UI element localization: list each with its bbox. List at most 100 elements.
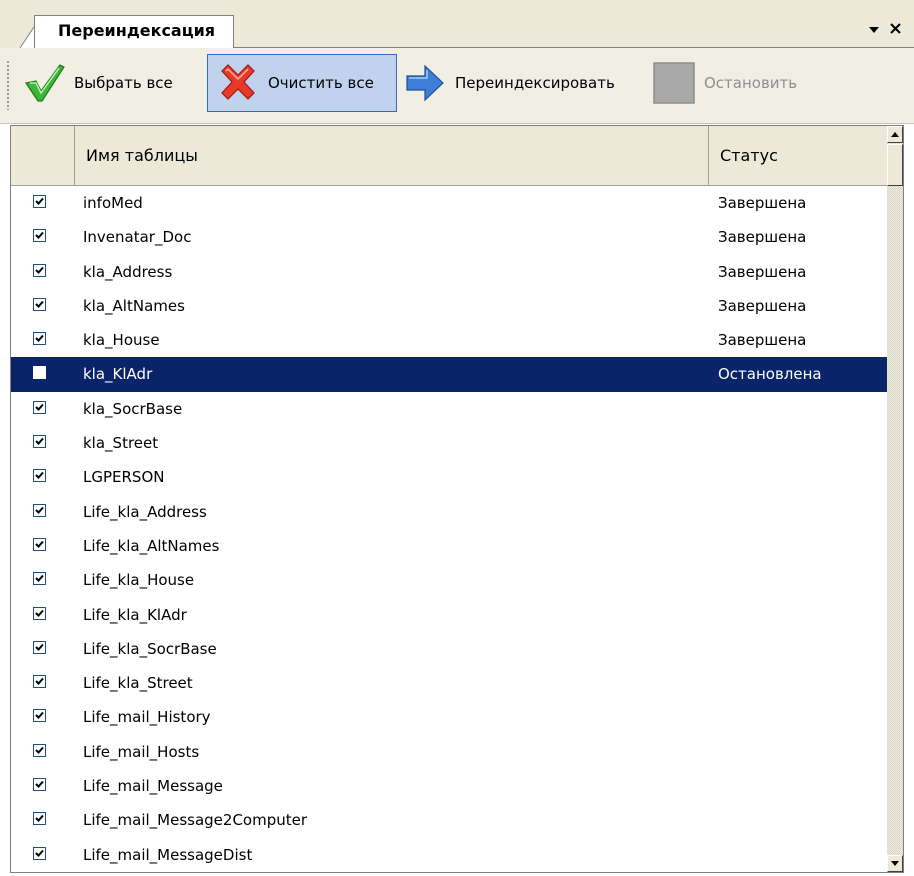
cell-status: Завершена [718, 296, 807, 315]
row-checkbox[interactable] [33, 709, 46, 723]
row-checkbox[interactable] [33, 503, 46, 517]
row-checkbox[interactable] [33, 229, 46, 243]
table-row[interactable]: kla_Address Завершена [11, 255, 887, 289]
row-checkbox[interactable] [33, 297, 46, 311]
table-row[interactable]: Life_kla_Address [11, 495, 887, 529]
check-mark-icon [35, 643, 44, 651]
cell-table-name: Invenatar_Doc [83, 228, 192, 247]
row-checkbox[interactable] [33, 332, 46, 346]
table-row[interactable]: Life_kla_House [11, 563, 887, 597]
cell-table-name: Life_kla_KlAdr [83, 605, 187, 624]
table-row[interactable]: Invenatar_Doc Завершена [11, 220, 887, 254]
check-mark-icon [35, 849, 44, 857]
scroll-up-button[interactable] [887, 126, 903, 143]
header-status[interactable]: Статус [709, 126, 887, 185]
document-tab-strip: Переиндексация [0, 0, 914, 49]
check-mark-icon [35, 335, 44, 343]
table-row[interactable]: kla_Street [11, 426, 887, 460]
check-mark-icon [35, 746, 44, 754]
row-checkbox[interactable] [33, 812, 46, 826]
vertical-scrollbar[interactable] [887, 126, 903, 872]
check-mark-icon [35, 815, 44, 823]
table-row[interactable]: Life_kla_SocrBase [11, 632, 887, 666]
check-mark-icon [35, 575, 44, 583]
select-all-button[interactable]: Выбрать все [22, 54, 202, 112]
table-row[interactable]: Life_mail_Message2Computer [11, 803, 887, 837]
clear-all-button[interactable]: Очистить все [207, 54, 397, 112]
cell-status: Завершена [718, 331, 807, 350]
check-mark-icon [35, 540, 44, 548]
cell-table-name: Life_mail_History [83, 708, 211, 727]
red-cross-icon [221, 64, 255, 100]
reindex-label: Переиндексировать [455, 74, 615, 92]
cell-table-name: Life_mail_Message2Computer [83, 811, 308, 830]
table-row[interactable]: Life_kla_Street [11, 666, 887, 700]
row-checkbox[interactable] [33, 366, 46, 380]
row-checkbox[interactable] [33, 640, 46, 654]
scroll-down-button[interactable] [887, 855, 903, 872]
check-mark-icon [35, 712, 44, 720]
cell-table-name: Life_mail_MessageDist [83, 845, 253, 864]
arrow-up-icon [891, 132, 899, 137]
toolbar-grip[interactable] [6, 60, 10, 110]
check-mark-icon [35, 472, 44, 480]
check-mark-icon [35, 506, 44, 514]
table-row[interactable]: Life_kla_AltNames [11, 529, 887, 563]
cell-table-name: Life_kla_Address [83, 502, 207, 521]
check-mark-icon [35, 780, 44, 788]
row-checkbox[interactable] [33, 435, 46, 449]
table-row[interactable]: Life_mail_Message [11, 769, 887, 803]
row-checkbox[interactable] [33, 195, 46, 208]
row-checkbox[interactable] [33, 469, 46, 483]
triangle-down-icon[interactable] [868, 19, 880, 44]
table-row[interactable]: kla_KlAdr Остановлена [11, 357, 887, 392]
check-mark-icon [35, 266, 44, 274]
table-row[interactable]: Life_mail_Hosts [11, 735, 887, 769]
row-checkbox[interactable] [33, 778, 46, 792]
table-row[interactable]: Life_kla_KlAdr [11, 598, 887, 632]
check-mark-icon [35, 300, 44, 308]
cell-status: Завершена [718, 262, 807, 281]
reindex-button[interactable]: Переиндексировать [403, 54, 643, 112]
cell-table-name: kla_Address [83, 262, 173, 281]
cell-table-name: Life_kla_AltNames [83, 536, 220, 555]
cell-table-name: kla_Street [83, 434, 159, 453]
header-checkbox-column[interactable] [11, 126, 75, 185]
scroll-thumb[interactable] [887, 144, 903, 186]
green-checkmark-icon [25, 64, 65, 102]
check-mark-icon [35, 437, 44, 446]
table-row[interactable]: kla_AltNames Завершена [11, 289, 887, 323]
tab-title: Переиндексация [58, 21, 216, 40]
row-checkbox[interactable] [33, 606, 46, 620]
row-checkbox[interactable] [33, 846, 46, 860]
stop-label: Остановить [704, 74, 798, 92]
table-row[interactable]: Life_mail_History [11, 700, 887, 734]
cell-status: Завершена [718, 194, 807, 212]
table-row[interactable]: infoMed Завершена [11, 186, 887, 220]
row-checkbox[interactable] [33, 537, 46, 551]
header-table-name[interactable]: Имя таблицы [75, 126, 709, 185]
check-mark-icon [35, 609, 44, 617]
check-mark-icon [35, 677, 44, 686]
row-checkbox[interactable] [33, 675, 46, 689]
cell-table-name: Life_kla_House [83, 571, 195, 590]
row-checkbox[interactable] [33, 572, 46, 586]
clear-all-label: Очистить все [268, 74, 374, 92]
table-row[interactable]: LGPERSON [11, 460, 887, 494]
arrow-down-icon [891, 861, 899, 866]
check-mark-icon [35, 232, 44, 240]
table-row[interactable]: Life_mail_MessageDist [11, 838, 887, 872]
table-row[interactable]: kla_SocrBase [11, 392, 887, 426]
row-checkbox[interactable] [33, 263, 46, 277]
check-mark-icon [35, 197, 44, 205]
cell-table-name: kla_KlAdr [83, 365, 153, 384]
row-checkbox[interactable] [33, 400, 46, 414]
row-checkbox[interactable] [33, 743, 46, 757]
cell-table-name: infoMed [83, 194, 143, 212]
close-icon[interactable] [888, 19, 904, 44]
table-row[interactable]: kla_House Завершена [11, 323, 887, 357]
stop-button[interactable]: Остановить [652, 54, 822, 112]
table-grid: Имя таблицы Статус infoMed Завершена Inven… [10, 125, 904, 873]
table-body: infoMed Завершена Invenatar_Doc Завершена kl… [11, 186, 887, 872]
gray-square-icon [653, 62, 695, 104]
